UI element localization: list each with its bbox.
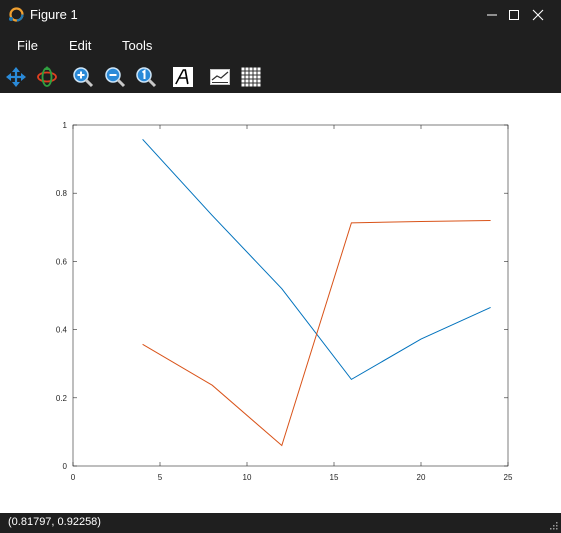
zoom-out-button[interactable]: [102, 64, 128, 90]
y-tick-label: 0.2: [56, 394, 68, 403]
x-tick-label: 15: [330, 473, 339, 482]
y-tick-label: 0.4: [56, 326, 68, 335]
axes-box: [72, 124, 509, 467]
rotate-button[interactable]: [34, 64, 60, 90]
zoom-in-icon: [73, 67, 94, 88]
axis-tick-labels: 0 5 10 15 20 25 0 0.2 0.4 0.6 0.8 1: [56, 121, 513, 482]
close-icon: [532, 9, 544, 21]
series-line-2: [142, 220, 491, 447]
y-tick-label: 1: [63, 121, 68, 130]
menu-file[interactable]: File: [17, 38, 38, 53]
close-button[interactable]: [515, 0, 561, 30]
y-tick-label: 0.6: [56, 257, 68, 266]
x-tick-label: 0: [71, 473, 76, 482]
x-tick-label: 20: [417, 473, 426, 482]
plot-area[interactable]: 0 5 10 15 20 25 0 0.2 0.4 0.6 0.8 1: [0, 93, 561, 513]
y-tick-label: 0: [63, 462, 68, 471]
cursor-coordinates: (0.81797, 0.92258): [8, 516, 101, 528]
axes-frame: [72, 124, 509, 467]
title-bar: Figure 1: [0, 0, 561, 30]
toggle-axes-button[interactable]: [207, 64, 233, 90]
menu-bar: File Edit Tools: [0, 30, 561, 60]
zoom-reset-icon: [136, 67, 157, 88]
grid-icon: [241, 67, 261, 87]
window-title: Figure 1: [30, 7, 78, 22]
insert-text-button[interactable]: [170, 64, 196, 90]
toggle-grid-button[interactable]: [238, 64, 264, 90]
x-tick-label: 5: [158, 473, 163, 482]
status-bar: (0.81797, 0.92258): [0, 513, 561, 533]
pan-icon: [6, 67, 26, 87]
axis-ticks: [72, 124, 509, 467]
series-lines: [142, 138, 491, 447]
menu-edit[interactable]: Edit: [69, 38, 91, 53]
figure-canvas[interactable]: 0 5 10 15 20 25 0 0.2 0.4 0.6 0.8 1: [0, 93, 561, 513]
menu-tools[interactable]: Tools: [122, 38, 152, 53]
zoom-out-icon: [105, 67, 126, 88]
zoom-in-button[interactable]: [70, 64, 96, 90]
series-line-1: [142, 138, 491, 381]
figure-toolbar: [0, 60, 561, 93]
text-icon: [173, 67, 193, 87]
pan-button[interactable]: [3, 64, 29, 90]
octave-app-icon: [9, 7, 24, 22]
x-tick-label: 25: [504, 473, 513, 482]
y-tick-label: 0.8: [56, 189, 68, 198]
resize-grip-icon[interactable]: [548, 520, 558, 530]
axes-box-icon: [210, 69, 230, 85]
zoom-reset-button[interactable]: [133, 64, 159, 90]
rotate-icon: [37, 66, 57, 87]
x-tick-label: 10: [243, 473, 252, 482]
